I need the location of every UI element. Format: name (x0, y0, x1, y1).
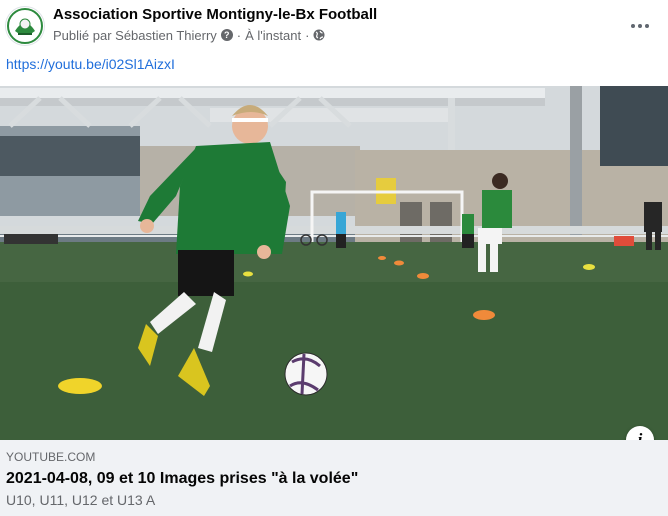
link-domain: YOUTUBE.COM (6, 450, 96, 464)
globe-icon[interactable] (313, 29, 325, 41)
link-preview-card[interactable]: YOUTUBE.COM 2021-04-08, 09 et 10 Images … (0, 440, 668, 516)
post-meta: Publié par Sébastien Thierry ? · À l'ins… (53, 27, 325, 43)
more-options-icon (645, 24, 649, 28)
football-training-image (0, 86, 668, 440)
link-title[interactable]: 2021-04-08, 09 et 10 Images prises "à la… (6, 470, 358, 488)
meta-separator: · (236, 27, 242, 43)
page-avatar[interactable] (5, 6, 45, 46)
link-description: U10, U11, U12 et U13 A (6, 492, 156, 508)
author-info-icon[interactable]: ? (220, 29, 233, 41)
more-options-icon (631, 24, 635, 28)
post-link[interactable]: https://youtu.be/i02Sl1AizxI (6, 56, 175, 72)
post-header: Association Sportive Montigny-le-Bx Foot… (0, 0, 668, 52)
page-name[interactable]: Association Sportive Montigny-le-Bx Foot… (53, 6, 377, 23)
published-by[interactable]: Publié par Sébastien Thierry (53, 28, 217, 43)
more-options-button[interactable] (626, 12, 654, 40)
more-options-icon (638, 24, 642, 28)
post-timestamp[interactable]: À l'instant (245, 28, 301, 43)
club-logo-icon (7, 8, 43, 44)
video-thumbnail[interactable]: i (0, 86, 668, 440)
meta-separator: · (305, 27, 310, 43)
